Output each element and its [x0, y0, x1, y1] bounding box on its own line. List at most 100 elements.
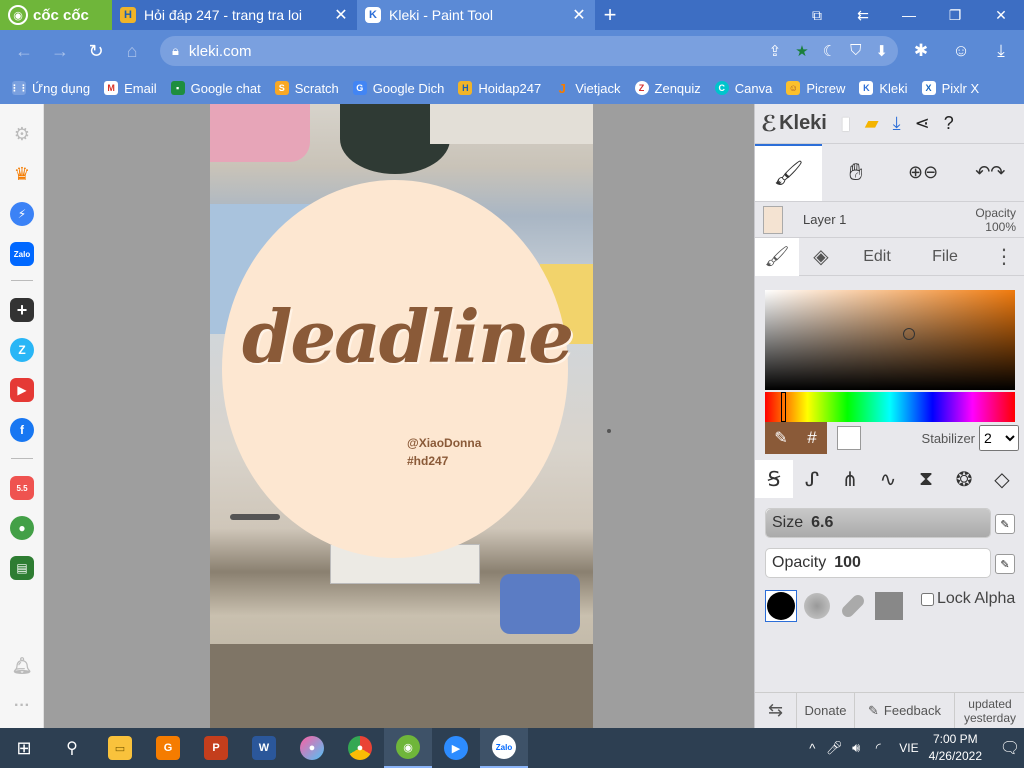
word-icon[interactable]: W	[240, 728, 288, 768]
close-tab-icon[interactable]: ✕	[571, 5, 587, 25]
help-icon[interactable]: ?	[944, 113, 954, 134]
save-download-icon[interactable]: ⤓	[893, 113, 901, 134]
share-icon[interactable]: ⋖	[915, 113, 930, 134]
undo-redo-buttons[interactable]: ↶↷	[957, 144, 1024, 201]
windows-start-button[interactable]: ⊞	[0, 728, 48, 768]
notification-bell-icon[interactable]: 🔔︎	[10, 654, 34, 678]
zoom-buttons[interactable]: ⊕⊖	[890, 144, 957, 201]
coccoc-taskbar-icon[interactable]: ◉	[384, 728, 432, 768]
round-hard-brush-shape[interactable]	[765, 590, 797, 622]
lock-alpha-checkbox[interactable]	[921, 592, 934, 606]
zalo-icon[interactable]: Zalo	[10, 242, 34, 266]
network-icon[interactable]: ◜	[867, 740, 889, 756]
bookmark-vietjack[interactable]: J Vietjack	[555, 81, 621, 96]
zenquiz-sidebar-icon[interactable]: Z	[10, 338, 34, 362]
facebook-icon[interactable]: f	[10, 418, 34, 442]
bookmark-kleki[interactable]: K Kleki	[859, 81, 908, 96]
share-icon[interactable]: ⇪	[769, 42, 782, 60]
map-pin-icon[interactable]: ●	[10, 516, 34, 540]
chisel-brush-shape[interactable]	[837, 590, 869, 622]
tab-hoidap247[interactable]: H Hỏi đáp 247 - trang tra loi ✕	[112, 0, 357, 30]
back-button[interactable]: ←	[6, 33, 42, 69]
back-forward-sync-icon[interactable]: ⇇	[840, 0, 886, 30]
brush-tool-button[interactable]: 🖌︎	[755, 144, 823, 201]
bookmark-google-dich[interactable]: G Google Dich	[352, 81, 444, 96]
round-soft-brush-shape[interactable]	[801, 590, 833, 622]
bookmark-picrew[interactable]: ☺ Picrew	[786, 81, 845, 96]
swap-panel-side-icon[interactable]: ⇆	[755, 692, 797, 729]
open-folder-icon[interactable]: ▰	[865, 113, 879, 134]
notification-center-icon[interactable]: 🗨︎	[996, 738, 1024, 758]
extensions-icon[interactable]: ✱	[906, 36, 936, 66]
stabilizer-select[interactable]: 012345	[979, 425, 1019, 451]
new-file-icon[interactable]: ▮	[841, 113, 851, 134]
layer-row[interactable]: Layer 1 Opacity 100%	[755, 202, 1024, 238]
reload-button[interactable]: ↻	[78, 33, 114, 69]
paint-3d-icon[interactable]: ●	[288, 728, 336, 768]
screenshot-icon[interactable]: ⧉	[794, 0, 840, 30]
dark-mode-icon[interactable]: ☾	[823, 42, 836, 60]
tab-layers[interactable]: ◈	[799, 244, 843, 269]
fill-brush-icon[interactable]: ❂	[945, 460, 983, 498]
microphone-icon[interactable]: 🎤︎	[823, 740, 845, 756]
close-window-button[interactable]: ✕	[978, 0, 1024, 30]
shape-brush-icon[interactable]: ∿	[869, 460, 907, 498]
forward-button[interactable]: →	[42, 33, 78, 69]
updated-note[interactable]: updated yesterday	[955, 693, 1024, 729]
bookmark-scratch[interactable]: S Scratch	[274, 81, 339, 96]
messenger-icon[interactable]: ⚡	[10, 202, 34, 226]
close-tab-icon[interactable]: ✕	[333, 5, 349, 25]
more-menu-icon[interactable]: ⋮	[984, 244, 1024, 269]
secondary-color-swatch[interactable]	[837, 426, 861, 450]
coccoc-brand[interactable]: ◉ cốc cốc	[0, 0, 112, 30]
clock[interactable]: 7:00 PM 4/26/2022	[929, 731, 982, 765]
smudge-brush-icon[interactable]: ⧗	[907, 460, 945, 498]
chrome-icon[interactable]: ●	[336, 728, 384, 768]
size-slider[interactable]: Size 6.6	[765, 508, 991, 538]
pen-brush-icon[interactable]: Ꞩ	[755, 460, 793, 498]
blend-brush-icon[interactable]: ᔑ	[793, 460, 831, 498]
tab-file[interactable]: File	[911, 248, 979, 266]
bookmark-canva[interactable]: C Canva	[714, 81, 772, 96]
url-text[interactable]: kleki.com	[189, 43, 769, 60]
hand-tool-button[interactable]: ✋︎	[822, 144, 889, 201]
shield-icon[interactable]: ⛉	[850, 42, 861, 60]
feedback-link[interactable]: ✎ Feedback	[855, 692, 955, 729]
opacity-pressure-toggle-icon[interactable]: ✎	[995, 554, 1015, 574]
youtube-icon[interactable]: ▶	[10, 378, 34, 402]
donate-link[interactable]: Donate	[797, 692, 855, 729]
hue-slider-handle[interactable]	[781, 392, 786, 422]
more-dots-icon[interactable]: ···	[10, 694, 34, 718]
shopee-icon[interactable]: 5.5	[10, 476, 34, 500]
minimize-button[interactable]: —	[886, 0, 932, 30]
tab-edit[interactable]: Edit	[843, 248, 911, 266]
bookmark-google-chat[interactable]: ▪ Google chat	[170, 81, 261, 96]
bookmark-hoidap247[interactable]: H Hoidap247	[458, 81, 541, 96]
address-bar[interactable]: 🔒︎ kleki.com ⇪ ★ ☾ ⛉ ⬇	[160, 36, 898, 66]
layer-thumbnail[interactable]	[763, 205, 783, 234]
input-language[interactable]: VIE	[899, 741, 918, 755]
sketchy-brush-icon[interactable]: ⋔	[831, 460, 869, 498]
lock-alpha-toggle[interactable]: Lock Alpha	[921, 590, 1015, 608]
restore-button[interactable]: ❐	[932, 0, 978, 30]
color-picker-cursor[interactable]	[903, 328, 915, 340]
download-page-icon[interactable]: ⬇	[875, 42, 888, 60]
show-hidden-icons-chevron-icon[interactable]: ^	[801, 741, 823, 756]
opacity-slider[interactable]: Opacity 100	[765, 548, 991, 578]
eyedropper-icon[interactable]: ✎	[765, 422, 797, 454]
home-button[interactable]: ⌂	[114, 33, 150, 69]
zalo-taskbar-icon[interactable]: Zalo	[480, 728, 528, 768]
drawing-canvas[interactable]: deadline @XiaoDonna #hd247	[210, 104, 593, 728]
search-icon[interactable]: ⚲	[48, 728, 96, 768]
size-pressure-toggle-icon[interactable]: ✎	[995, 514, 1015, 534]
kleki-logo[interactable]: ℰ Kleki	[761, 111, 827, 137]
zoom-icon[interactable]: ▶	[432, 728, 480, 768]
add-panel-icon[interactable]: +	[10, 298, 34, 322]
foxit-pdf-icon[interactable]: G	[144, 728, 192, 768]
canvas-workspace[interactable]: deadline @XiaoDonna #hd247	[44, 104, 754, 728]
eraser-icon[interactable]: ◇	[983, 460, 1021, 498]
color-picker-gradient[interactable]	[765, 290, 1015, 390]
settings-gear-icon[interactable]: ⚙	[10, 122, 34, 146]
square-brush-shape[interactable]	[873, 590, 905, 622]
crown-icon[interactable]: ♛	[10, 162, 34, 186]
